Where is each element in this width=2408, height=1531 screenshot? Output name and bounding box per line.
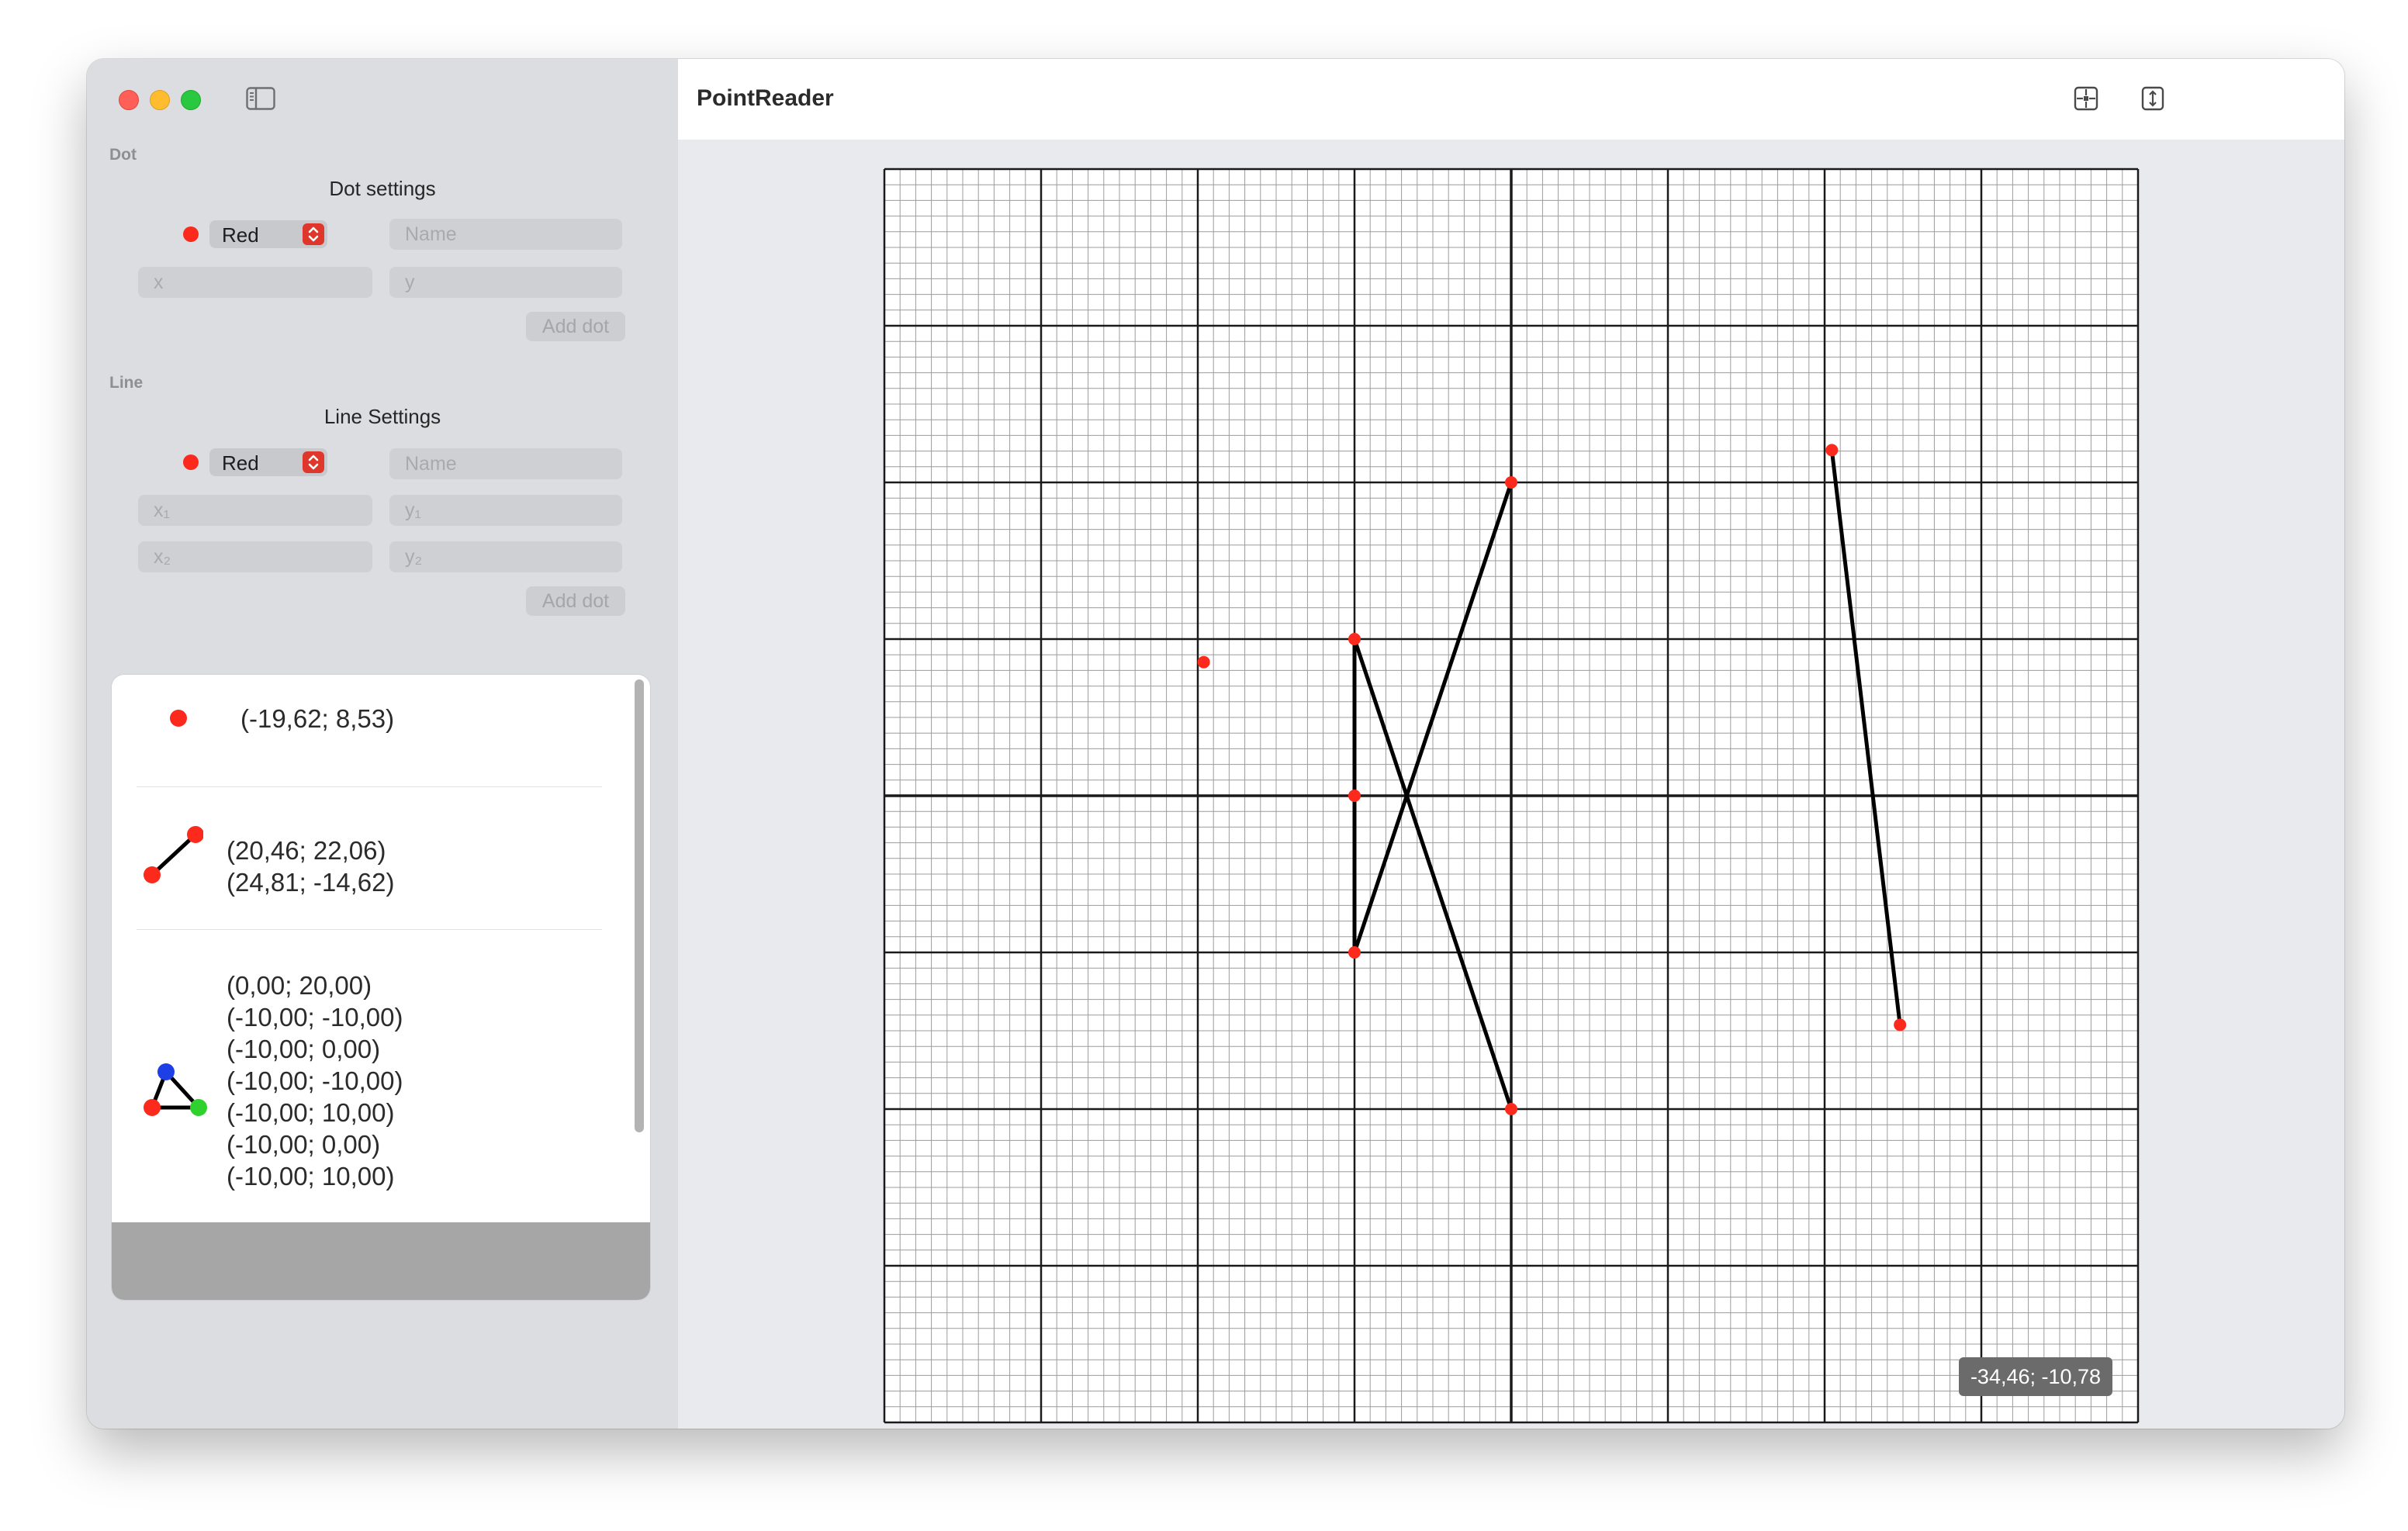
minimize-window-button[interactable] (150, 90, 170, 110)
dot-item-icon (170, 710, 187, 727)
plot-vertex (1348, 946, 1361, 959)
shape-point: (-10,00; -10,00) (227, 1003, 403, 1032)
plot-vertex (1825, 444, 1839, 457)
zoom-window-button[interactable] (181, 90, 201, 110)
app-title: PointReader (697, 85, 834, 111)
dot-color-swatch (183, 226, 199, 242)
list-divider (137, 786, 602, 787)
line-x1-field[interactable]: x₁ (138, 495, 372, 526)
app-window: Dot Dot settings Red Name x y Add dot Li… (87, 59, 2344, 1429)
dot-color-label: Red (222, 223, 259, 247)
add-dot-button[interactable]: Add dot (526, 312, 625, 341)
line-settings-title: Line Settings (323, 405, 441, 428)
line-section-caption: Line (109, 374, 144, 392)
add-line-button[interactable]: Add dot (526, 586, 625, 616)
list-footer (112, 1222, 650, 1300)
dot-name-field[interactable]: Name (389, 219, 622, 250)
chevron-updown-icon (303, 451, 324, 473)
line-name-field[interactable]: Name (389, 448, 622, 479)
cursor-coordinate-readout: -34,46; -10,78 (1959, 1357, 2112, 1396)
shape-point: (-10,00; 0,00) (227, 1130, 381, 1159)
line-y1-field[interactable]: y₁ (389, 495, 622, 526)
dot-section-caption: Dot (109, 146, 137, 164)
line-y2-field[interactable]: y₂ (389, 541, 622, 572)
line-x2-field[interactable]: x₂ (138, 541, 372, 572)
shape-point: (-10,00; 0,00) (227, 1035, 381, 1063)
triangle-item-icon (144, 1063, 207, 1116)
line-color-label: Red (222, 451, 259, 475)
line-item-end: (24,81; -14,62) (227, 868, 395, 897)
dot-color-popup[interactable]: Red (209, 220, 327, 248)
list-scrollbar[interactable] (635, 679, 644, 1132)
line-color-swatch (183, 454, 199, 470)
dot-y-field[interactable]: y (389, 267, 622, 298)
coordinate-grid[interactable] (883, 168, 2140, 1424)
center-view-icon[interactable] (2073, 85, 2099, 112)
plot-vertex (1348, 790, 1361, 802)
toolbar: PointReader (678, 59, 2344, 140)
sidebar: Dot Dot settings Red Name x y Add dot Li… (87, 59, 679, 1429)
shape-point: (0,00; 20,00) (227, 971, 372, 1000)
dot-settings-title: Dot settings (329, 177, 436, 200)
shape-points-list: (0,00; 20,00) (-10,00; -10,00) (-10,00; … (227, 969, 403, 1218)
shape-point: (-10,00; 10,00) (227, 1098, 395, 1127)
line-item-start: (20,46; 22,06) (227, 836, 386, 865)
plot-vertex (1505, 476, 1517, 489)
list-divider (137, 929, 602, 930)
dot-item-coords: (-19,62; 8,53) (240, 704, 395, 733)
line-item-icon (144, 826, 203, 883)
items-list[interactable]: (-19,62; 8,53) (20,46; 22,06) (24,81; -1… (112, 675, 650, 1300)
plot-vertex (1348, 633, 1361, 645)
line-color-popup[interactable]: Red (209, 448, 327, 476)
dot-x-field[interactable]: x (138, 267, 372, 298)
shape-point: (-10,00; 10,00) (227, 1162, 395, 1191)
close-window-button[interactable] (119, 90, 139, 110)
fit-vertical-icon[interactable] (2140, 85, 2166, 112)
plot-dot (1197, 655, 1210, 669)
sidebar-toggle-icon[interactable] (246, 87, 275, 110)
shape-point: (-10,00; -10,00) (227, 1066, 403, 1095)
canvas-area (678, 140, 2344, 1429)
plot-vertex (1894, 1018, 1907, 1032)
chevron-updown-icon (303, 223, 324, 245)
plot-vertex (1505, 1103, 1517, 1115)
